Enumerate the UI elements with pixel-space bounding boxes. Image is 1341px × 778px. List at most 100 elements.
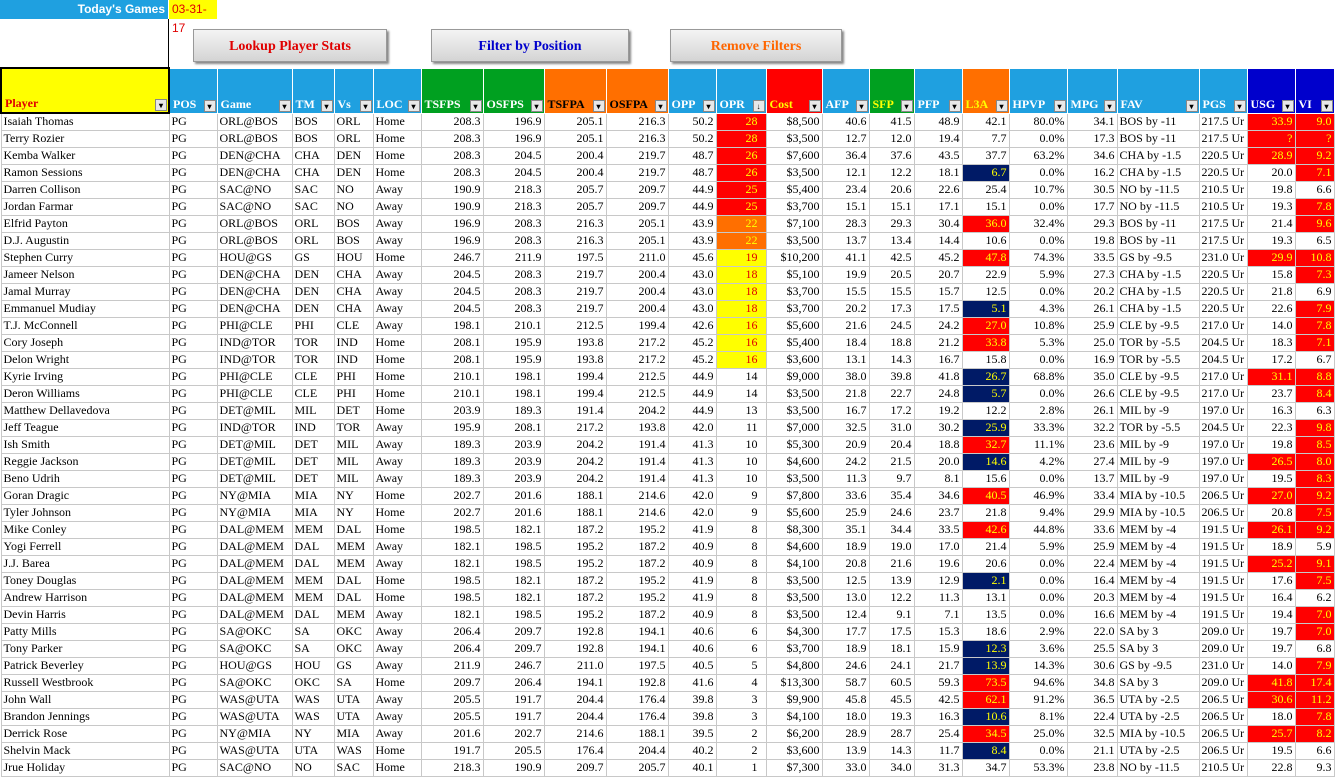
cell-player[interactable]: Jameer Nelson [0, 265, 170, 284]
cell-osfpa[interactable]: 200.4 [605, 265, 669, 284]
cell-afp[interactable]: 24.2 [821, 452, 870, 471]
cell-opp[interactable]: 50.2 [667, 112, 717, 131]
cell-player[interactable]: Toney Douglas [0, 571, 170, 590]
cell-tsfpa[interactable]: 205.7 [543, 180, 607, 199]
cell-game[interactable]: ORL@BOS [216, 112, 293, 131]
cell-osfps[interactable]: 191.7 [482, 707, 545, 726]
cell-pfp[interactable]: 17.5 [913, 299, 963, 318]
cell-pos[interactable]: PG [168, 469, 218, 488]
cell-player[interactable]: Devin Harris [0, 605, 170, 624]
cell-l3a[interactable]: 13.9 [961, 656, 1010, 675]
cell-afp[interactable]: 28.3 [821, 214, 870, 233]
cell-player[interactable]: Brandon Jennings [0, 707, 170, 726]
cell-osfpa[interactable]: 195.2 [605, 588, 669, 607]
cell-game[interactable]: DEN@CHA [216, 282, 293, 301]
cell-osfpa[interactable]: 211.0 [605, 248, 669, 267]
cell-osfpa[interactable]: 212.5 [605, 367, 669, 386]
cell-afp[interactable]: 45.8 [821, 690, 870, 709]
cell-tm[interactable]: BOS [291, 112, 335, 131]
cell-tsfpa[interactable]: 191.4 [543, 401, 607, 420]
cell-player[interactable]: Deron Williams [0, 384, 170, 403]
cell-osfpa[interactable]: 205.1 [605, 214, 669, 233]
cell-pos[interactable]: PG [168, 112, 218, 131]
cell-hpvp[interactable]: 5.9% [1008, 537, 1068, 556]
table-row[interactable]: Tony Parker PG SA@OKC SA OKC Away 206.4 209.7 19… [0, 639, 1335, 658]
cell-hpvp[interactable]: 33.3% [1008, 418, 1068, 437]
cell-usg[interactable]: 19.3 [1246, 231, 1296, 250]
cell-tsfpa[interactable]: 187.2 [543, 588, 607, 607]
cell-pos[interactable]: PG [168, 197, 218, 216]
cell-cost[interactable]: $6,200 [765, 724, 823, 743]
cell-tsfps[interactable]: 189.3 [420, 452, 484, 471]
filter-dropdown-icon[interactable]: ▾ [1103, 99, 1116, 112]
cell-l3a[interactable]: 47.8 [961, 248, 1010, 267]
cell-pfp[interactable]: 20.0 [913, 452, 963, 471]
cell-player[interactable]: Jordan Farmar [0, 197, 170, 216]
cell-opp[interactable]: 44.9 [667, 180, 717, 199]
cell-mpg[interactable]: 25.0 [1066, 333, 1118, 352]
cell-usg[interactable]: 19.7 [1246, 639, 1296, 658]
cell-mpg[interactable]: 23.8 [1066, 758, 1118, 777]
cell-pos[interactable]: PG [168, 367, 218, 386]
cell-osfpa[interactable]: 204.2 [605, 401, 669, 420]
cell-tsfpa[interactable]: 211.0 [543, 656, 607, 675]
cell-usg[interactable]: 33.9 [1246, 112, 1296, 131]
cell-fav[interactable]: CLE by -9.5 [1116, 384, 1200, 403]
cell-pfp[interactable]: 30.4 [913, 214, 963, 233]
cell-l3a[interactable]: 42.6 [961, 520, 1010, 539]
cell-pgs[interactable]: 209.0 Ur [1198, 673, 1248, 692]
cell-tsfpa[interactable]: 199.4 [543, 384, 607, 403]
cell-tsfps[interactable]: 210.1 [420, 384, 484, 403]
cell-sfp[interactable]: 45.5 [868, 690, 915, 709]
table-row[interactable]: Tyler Johnson PG NY@MIA MIA NY Home 202.7 201.6… [0, 503, 1335, 522]
cell-fav[interactable]: BOS by -11 [1116, 129, 1200, 148]
cell-fav[interactable]: MEM by -4 [1116, 605, 1200, 624]
cell-l3a[interactable]: 15.8 [961, 350, 1010, 369]
cell-usg[interactable]: 16.3 [1246, 401, 1296, 420]
cell-tsfps[interactable]: 208.1 [420, 350, 484, 369]
cell-opr[interactable]: 18 [715, 265, 767, 284]
cell-mpg[interactable]: 16.6 [1066, 605, 1118, 624]
cell-hpvp[interactable]: 5.3% [1008, 333, 1068, 352]
cell-loc[interactable]: Home [372, 588, 422, 607]
cell-tsfps[interactable]: 202.7 [420, 503, 484, 522]
cell-mpg[interactable]: 20.3 [1066, 588, 1118, 607]
cell-sfp[interactable]: 29.3 [868, 214, 915, 233]
cell-fav[interactable]: TOR by -5.5 [1116, 418, 1200, 437]
cell-tsfps[interactable]: 210.1 [420, 367, 484, 386]
cell-tm[interactable]: DAL [291, 537, 335, 556]
cell-pgs[interactable]: 191.5 Ur [1198, 520, 1248, 539]
cell-player[interactable]: John Wall [0, 690, 170, 709]
cell-vi[interactable]: 8.5 [1294, 435, 1335, 454]
cell-pfp[interactable]: 22.6 [913, 180, 963, 199]
cell-pos[interactable]: PG [168, 605, 218, 624]
cell-l3a[interactable]: 8.4 [961, 741, 1010, 760]
cell-tsfpa[interactable]: 217.2 [543, 418, 607, 437]
cell-cost[interactable]: $7,300 [765, 758, 823, 777]
cell-vs[interactable]: UTA [333, 690, 374, 709]
cell-pfp[interactable]: 20.7 [913, 265, 963, 284]
cell-pfp[interactable]: 25.4 [913, 724, 963, 743]
cell-tsfps[interactable]: 198.5 [420, 520, 484, 539]
cell-sfp[interactable]: 19.0 [868, 537, 915, 556]
cell-pos[interactable]: PG [168, 452, 218, 471]
cell-usg[interactable]: 19.5 [1246, 469, 1296, 488]
cell-tsfpa[interactable]: 204.2 [543, 435, 607, 454]
cell-osfpa[interactable]: 195.2 [605, 520, 669, 539]
cell-cost[interactable]: $3,600 [765, 741, 823, 760]
cell-usg[interactable]: 14.0 [1246, 656, 1296, 675]
cell-pgs[interactable]: 210.5 Ur [1198, 180, 1248, 199]
cell-fav[interactable]: MIL by -9 [1116, 452, 1200, 471]
cell-osfps[interactable]: 211.9 [482, 248, 545, 267]
cell-tm[interactable]: DAL [291, 605, 335, 624]
cell-osfps[interactable]: 202.7 [482, 724, 545, 743]
cell-pfp[interactable]: 15.9 [913, 639, 963, 658]
cell-hpvp[interactable]: 0.0% [1008, 384, 1068, 403]
cell-opp[interactable]: 41.9 [667, 571, 717, 590]
cell-opp[interactable]: 45.6 [667, 248, 717, 267]
cell-vi[interactable]: 6.6 [1294, 180, 1335, 199]
cell-cost[interactable]: $4,600 [765, 452, 823, 471]
cell-opr[interactable]: 2 [715, 724, 767, 743]
cell-player[interactable]: Darren Collison [0, 180, 170, 199]
filter-dropdown-icon[interactable]: ▾ [278, 99, 291, 112]
